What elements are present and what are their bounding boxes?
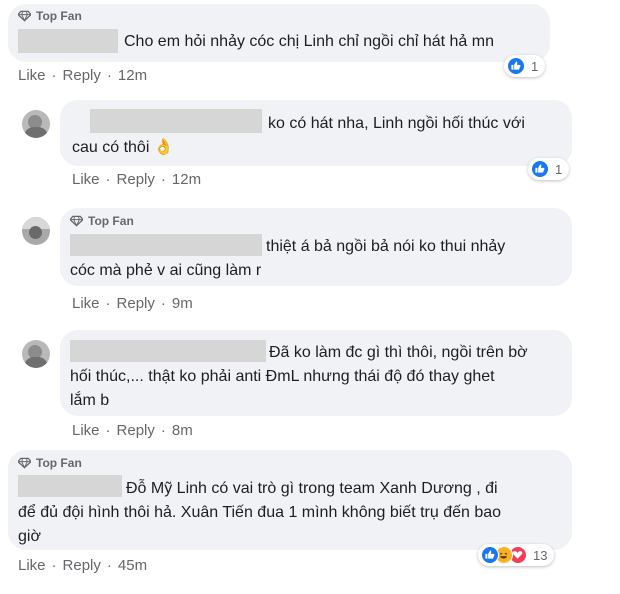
separator-dot: · — [51, 557, 57, 574]
avatar[interactable] — [22, 110, 50, 138]
timestamp[interactable]: 12m — [172, 171, 201, 188]
reply-link[interactable]: Reply — [117, 422, 155, 439]
top-fan-label: Top Fan — [88, 214, 134, 228]
redacted-author-name — [70, 234, 262, 256]
separator-dot: · — [105, 422, 111, 439]
comment-text: cóc mà phẻ v ai cũng làm r — [70, 262, 262, 279]
comment-actions: Like · Reply · 12m — [18, 67, 147, 84]
separator-dot: · — [106, 67, 112, 84]
like-icon — [507, 57, 525, 75]
top-fan-label: Top Fan — [36, 9, 82, 23]
separator-dot: · — [51, 67, 57, 84]
comment-actions: Like · Reply · 8m — [72, 422, 193, 439]
comment-text: để đủ đội hình thôi hả. Xuân Tiến đua 1 … — [18, 504, 502, 521]
redacted-author-name — [18, 29, 118, 53]
like-link[interactable]: Like — [72, 422, 100, 439]
timestamp[interactable]: 8m — [172, 422, 193, 439]
top-fan-badge: Top Fan — [18, 9, 82, 23]
comment-text: lắm b — [70, 392, 110, 409]
like-icon — [531, 160, 549, 178]
separator-dot: · — [160, 171, 166, 188]
avatar[interactable] — [22, 340, 50, 368]
timestamp[interactable]: 45m — [118, 557, 147, 574]
comment-text: Đỗ Mỹ Linh có vai trò gì trong team Xanh… — [126, 480, 498, 497]
comment-text: ko có hát nha, Linh ngồi hối thúc với — [268, 115, 525, 132]
ok-hand-emoji: 👌 — [153, 139, 174, 156]
redacted-author-name — [18, 475, 122, 497]
reaction-summary[interactable]: 1 — [528, 158, 570, 180]
comment-actions: Like · Reply · 12m — [72, 171, 201, 188]
top-fan-label: Top Fan — [36, 456, 82, 470]
top-fan-badge: Top Fan — [18, 456, 82, 470]
reaction-count: 13 — [533, 547, 548, 563]
reply-link[interactable]: Reply — [117, 295, 155, 312]
redacted-author-name — [90, 109, 262, 133]
separator-dot: · — [105, 171, 111, 188]
diamond-icon — [18, 10, 31, 22]
comment-text: Đã ko làm đc gì thì thôi, ngồi trên bờ — [269, 344, 528, 361]
comment-text: cau có thôi 👌 — [72, 139, 174, 156]
comment-text: giờ — [18, 528, 41, 545]
top-fan-badge: Top Fan — [70, 214, 134, 228]
redacted-author-name — [70, 340, 266, 362]
like-link[interactable]: Like — [72, 295, 100, 312]
avatar[interactable] — [22, 217, 50, 245]
comment-text: thiệt á bả ngồi bả nói ko thui nhảy — [266, 238, 506, 255]
reply-link[interactable]: Reply — [63, 557, 101, 574]
reaction-summary[interactable]: 1 — [504, 55, 546, 77]
timestamp[interactable]: 12m — [118, 67, 147, 84]
comment-actions: Like · Reply · 45m — [18, 557, 147, 574]
reply-link[interactable]: Reply — [63, 67, 101, 84]
reaction-summary[interactable]: 13 — [478, 544, 555, 566]
reply-link[interactable]: Reply — [117, 171, 155, 188]
like-link[interactable]: Like — [18, 557, 46, 574]
timestamp[interactable]: 9m — [172, 295, 193, 312]
diamond-icon — [70, 215, 83, 227]
like-icon — [481, 546, 499, 564]
separator-dot: · — [105, 295, 111, 312]
comment-text: hối thúc,... thật ko phải anti ĐmL nhưng… — [70, 368, 495, 385]
like-link[interactable]: Like — [18, 67, 46, 84]
reaction-count: 1 — [531, 58, 539, 74]
diamond-icon — [18, 457, 31, 469]
separator-dot: · — [106, 557, 112, 574]
comment-text: Cho em hỏi nhảy cóc chị Linh chỉ ngồi ch… — [124, 33, 494, 50]
separator-dot: · — [160, 422, 166, 439]
like-link[interactable]: Like — [72, 171, 100, 188]
separator-dot: · — [160, 295, 166, 312]
comment-actions: Like · Reply · 9m — [72, 295, 193, 312]
reaction-count: 1 — [555, 161, 563, 177]
